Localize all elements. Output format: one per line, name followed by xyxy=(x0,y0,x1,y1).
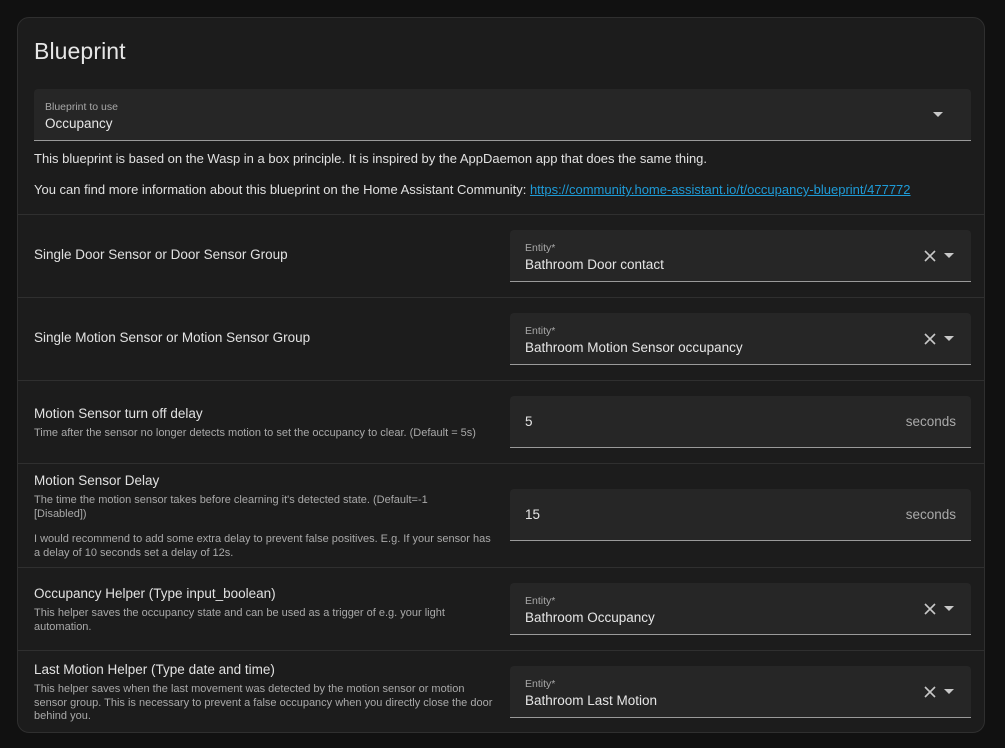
last-motion-helper-title: Last Motion Helper (Type date and time) xyxy=(34,662,275,677)
door-sensor-field-label: Entity* xyxy=(525,242,556,254)
motion-delay-input[interactable]: 15 seconds xyxy=(510,489,971,541)
motion-sensor-title: Single Motion Sensor or Motion Sensor Gr… xyxy=(34,330,311,345)
turn-off-delay-unit: seconds xyxy=(905,414,956,429)
door-sensor-value: Bathroom Door contact xyxy=(525,257,664,272)
close-icon[interactable] xyxy=(923,602,937,616)
chevron-down-icon[interactable] xyxy=(944,606,954,611)
occupancy-helper-value: Bathroom Occupancy xyxy=(525,610,655,625)
turn-off-delay-title: Motion Sensor turn off delay xyxy=(34,406,203,421)
blueprint-more-info: You can find more information about this… xyxy=(34,182,911,197)
close-icon[interactable] xyxy=(923,249,937,263)
community-link[interactable]: https://community.home-assistant.io/t/oc… xyxy=(530,182,911,197)
divider xyxy=(18,380,984,381)
door-sensor-title: Single Door Sensor or Door Sensor Group xyxy=(34,247,288,262)
turn-off-delay-input[interactable]: 5 seconds xyxy=(510,396,971,448)
chevron-down-icon[interactable] xyxy=(944,336,954,341)
divider xyxy=(18,567,984,568)
last-motion-helper-entity-picker[interactable]: Entity* Bathroom Last Motion xyxy=(510,666,971,718)
card-title: Blueprint xyxy=(34,38,126,64)
last-motion-helper-field-label: Entity* xyxy=(525,678,556,690)
motion-sensor-entity-picker[interactable]: Entity* Bathroom Motion Sensor occupancy xyxy=(510,313,971,365)
close-icon[interactable] xyxy=(923,685,937,699)
last-motion-helper-value: Bathroom Last Motion xyxy=(525,693,658,708)
divider xyxy=(18,463,984,464)
divider xyxy=(18,214,984,215)
motion-delay-unit: seconds xyxy=(905,507,956,522)
close-icon[interactable] xyxy=(923,332,937,346)
occupancy-helper-description: This helper saves the occupancy state an… xyxy=(34,607,445,633)
chevron-down-icon[interactable] xyxy=(944,689,954,694)
door-sensor-entity-picker[interactable]: Entity* Bathroom Door contact xyxy=(510,230,971,282)
chevron-down-icon xyxy=(933,112,943,117)
occupancy-helper-field-label: Entity* xyxy=(525,595,556,607)
divider xyxy=(18,650,984,651)
turn-off-delay-description: Time after the sensor no longer detects … xyxy=(34,427,476,439)
turn-off-delay-value: 5 xyxy=(525,414,533,429)
occupancy-helper-title: Occupancy Helper (Type input_boolean) xyxy=(34,586,276,601)
motion-delay-description: The time the motion sensor takes before … xyxy=(34,494,428,520)
chevron-down-icon[interactable] xyxy=(944,253,954,258)
blueprint-select[interactable]: Blueprint to use Occupancy xyxy=(34,89,971,141)
occupancy-helper-entity-picker[interactable]: Entity* Bathroom Occupancy xyxy=(510,583,971,635)
blueprint-description: This blueprint is based on the Wasp in a… xyxy=(34,151,708,166)
blueprint-card: Blueprint Blueprint to use Occupancy Thi… xyxy=(17,17,985,733)
motion-sensor-field-label: Entity* xyxy=(525,325,556,337)
last-motion-helper-description: This helper saves when the last movement… xyxy=(34,683,493,722)
more-info-text: You can find more information about this… xyxy=(34,182,530,197)
motion-delay-recommendation: I would recommend to add some extra dela… xyxy=(34,533,491,559)
blueprint-select-value: Occupancy xyxy=(45,116,113,131)
motion-delay-value: 15 xyxy=(525,507,541,522)
motion-delay-title: Motion Sensor Delay xyxy=(34,473,160,488)
divider xyxy=(18,297,984,298)
motion-sensor-value: Bathroom Motion Sensor occupancy xyxy=(525,340,743,355)
blueprint-select-label: Blueprint to use xyxy=(45,101,118,113)
